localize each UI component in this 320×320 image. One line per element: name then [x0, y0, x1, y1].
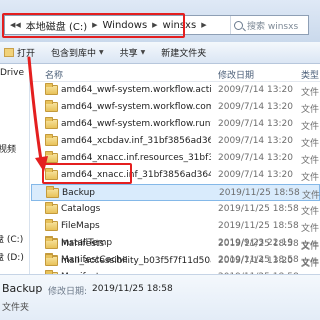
column-type[interactable]: 类型	[301, 68, 319, 81]
column-name[interactable]: 名称	[45, 68, 63, 81]
details-file-name: Backup	[2, 282, 43, 295]
file-date: 2019/11/25 18:58	[219, 188, 300, 198]
file-name: FileMaps	[61, 221, 100, 231]
folder-icon	[45, 151, 58, 163]
nav-item-drive[interactable]: Drive	[0, 68, 24, 78]
file-type: 文件	[301, 139, 320, 149]
folder-icon	[45, 202, 58, 214]
file-date: 2009/7/14 13:20	[218, 119, 293, 129]
open-label: 打开	[17, 49, 36, 59]
file-date: 2009/7/14 13:20	[218, 170, 293, 180]
backup-highlight-box	[42, 163, 132, 184]
file-date: 2019/11/25 18:58	[218, 204, 299, 214]
navigation-pane: Drive 视频 磁盘 (C:) 磁盘 (D:)	[0, 64, 30, 274]
file-date: 2019/11/25 18:58	[218, 239, 299, 249]
list-item[interactable]: FileMaps 2019/11/25 18:58 文件	[31, 218, 320, 235]
search-input[interactable]: 搜索 winsxs	[230, 16, 310, 34]
file-type: 文件	[301, 242, 320, 252]
nav-item-video[interactable]: 视频	[0, 142, 16, 155]
open-folder-icon	[4, 48, 14, 57]
toolbar: 打开 包含到库中 ▼ 共享 ▼ 新建文件夹	[0, 42, 320, 64]
file-type: 文件	[301, 207, 320, 217]
chevron-down-icon: ▼	[140, 49, 146, 56]
list-item-selected[interactable]: Backup 2019/11/25 18:58 文件	[31, 184, 320, 201]
file-date: 2009/7/14 13:20	[218, 153, 293, 163]
include-label: 包含到库中	[51, 49, 97, 59]
list-item[interactable]: msil_accessibility_b03f5f7f11d50a3a_... …	[31, 253, 320, 270]
explorer-window: ◀◀ 本地磁盘 (C:) ▶ Windows ▶ winsxs ▶ 搜索 win…	[0, 0, 320, 320]
column-header: 名称 修改日期 类型	[31, 64, 320, 82]
nav-item-disk-c[interactable]: 磁盘 (C:)	[0, 232, 23, 245]
list-item[interactable]: amd64_xcbdav.inf_31bf3856ad364e3... 2009…	[31, 133, 320, 150]
file-type: 文件	[301, 173, 320, 183]
folder-icon	[45, 83, 58, 95]
details-file-type: 文件夹	[2, 303, 30, 313]
list-item[interactable]: Catalogs 2019/11/25 18:58 文件	[31, 201, 320, 218]
folder-icon	[45, 237, 58, 249]
list-item[interactable]: Manifests 2019/11/25 18:58 文件	[31, 236, 320, 253]
chevron-down-icon: ▼	[99, 49, 104, 56]
folder-icon	[45, 219, 58, 231]
details-pane: Backup 修改日期: 2019/11/25 18:58 文件夹	[0, 274, 320, 320]
file-name: amd64_wwf-system.workflow.activitie...	[61, 85, 211, 95]
list-item[interactable]: amd64_wwf-system.workflow.compo... 2009/…	[31, 99, 320, 116]
details-modified-value: 2019/11/25 18:58	[92, 284, 173, 294]
folder-icon	[45, 254, 58, 266]
folder-icon	[46, 186, 59, 198]
file-date: 2009/7/14 13:20	[218, 256, 293, 266]
file-date: 2009/7/14 13:20	[218, 85, 293, 95]
file-name: msil_accessibility_b03f5f7f11d50a3a_...	[61, 256, 211, 266]
new-folder-button[interactable]: 新建文件夹	[153, 46, 214, 59]
include-in-library-button[interactable]: 包含到库中 ▼	[43, 46, 112, 59]
column-date[interactable]: 修改日期	[218, 68, 254, 81]
address-highlight-box	[2, 13, 185, 38]
share-label: 共享	[119, 49, 138, 59]
file-date: 2019/11/25 18:58	[218, 221, 299, 231]
file-name: amd64_wwf-system.workflow.compo...	[61, 102, 211, 112]
file-type: 文件	[301, 105, 320, 115]
file-name: amd64_wwf-system.workflow.runtime...	[61, 119, 211, 129]
chevron-right-icon[interactable]: ▶	[198, 21, 209, 29]
file-date: 2009/7/14 13:20	[218, 102, 293, 112]
file-type: 文件	[301, 88, 320, 98]
file-name: amd64_xnacc.inf.resources_31bf3856...	[61, 153, 211, 163]
open-button[interactable]: 打开	[0, 46, 43, 59]
folder-icon	[45, 100, 58, 112]
address-row: ◀◀ 本地磁盘 (C:) ▶ Windows ▶ winsxs ▶ 搜索 win…	[0, 0, 320, 42]
file-name: amd64_xcbdav.inf_31bf3856ad364e3...	[61, 136, 211, 146]
file-type: 文件	[302, 191, 320, 201]
file-date: 2009/7/14 13:20	[218, 136, 293, 146]
file-type: 文件	[301, 122, 320, 132]
file-name: Manifests	[61, 239, 105, 249]
search-placeholder: 搜索 winsxs	[247, 21, 299, 32]
file-type: 文件	[301, 156, 320, 166]
list-item[interactable]: amd64_wwf-system.workflow.activitie... 2…	[31, 82, 320, 99]
folder-icon	[45, 134, 58, 146]
list-item[interactable]: amd64_wwf-system.workflow.runtime... 200…	[31, 116, 320, 133]
new-folder-label: 新建文件夹	[161, 49, 207, 59]
file-type: 文件	[301, 259, 320, 269]
file-name: Catalogs	[61, 204, 101, 214]
file-type: 文件	[301, 224, 320, 234]
folder-icon	[45, 117, 58, 129]
share-button[interactable]: 共享 ▼	[112, 46, 154, 59]
search-icon	[234, 20, 243, 30]
details-modified-label: 修改日期:	[48, 287, 88, 297]
file-name: Backup	[62, 188, 95, 198]
nav-item-disk-d[interactable]: 磁盘 (D:)	[0, 250, 24, 263]
